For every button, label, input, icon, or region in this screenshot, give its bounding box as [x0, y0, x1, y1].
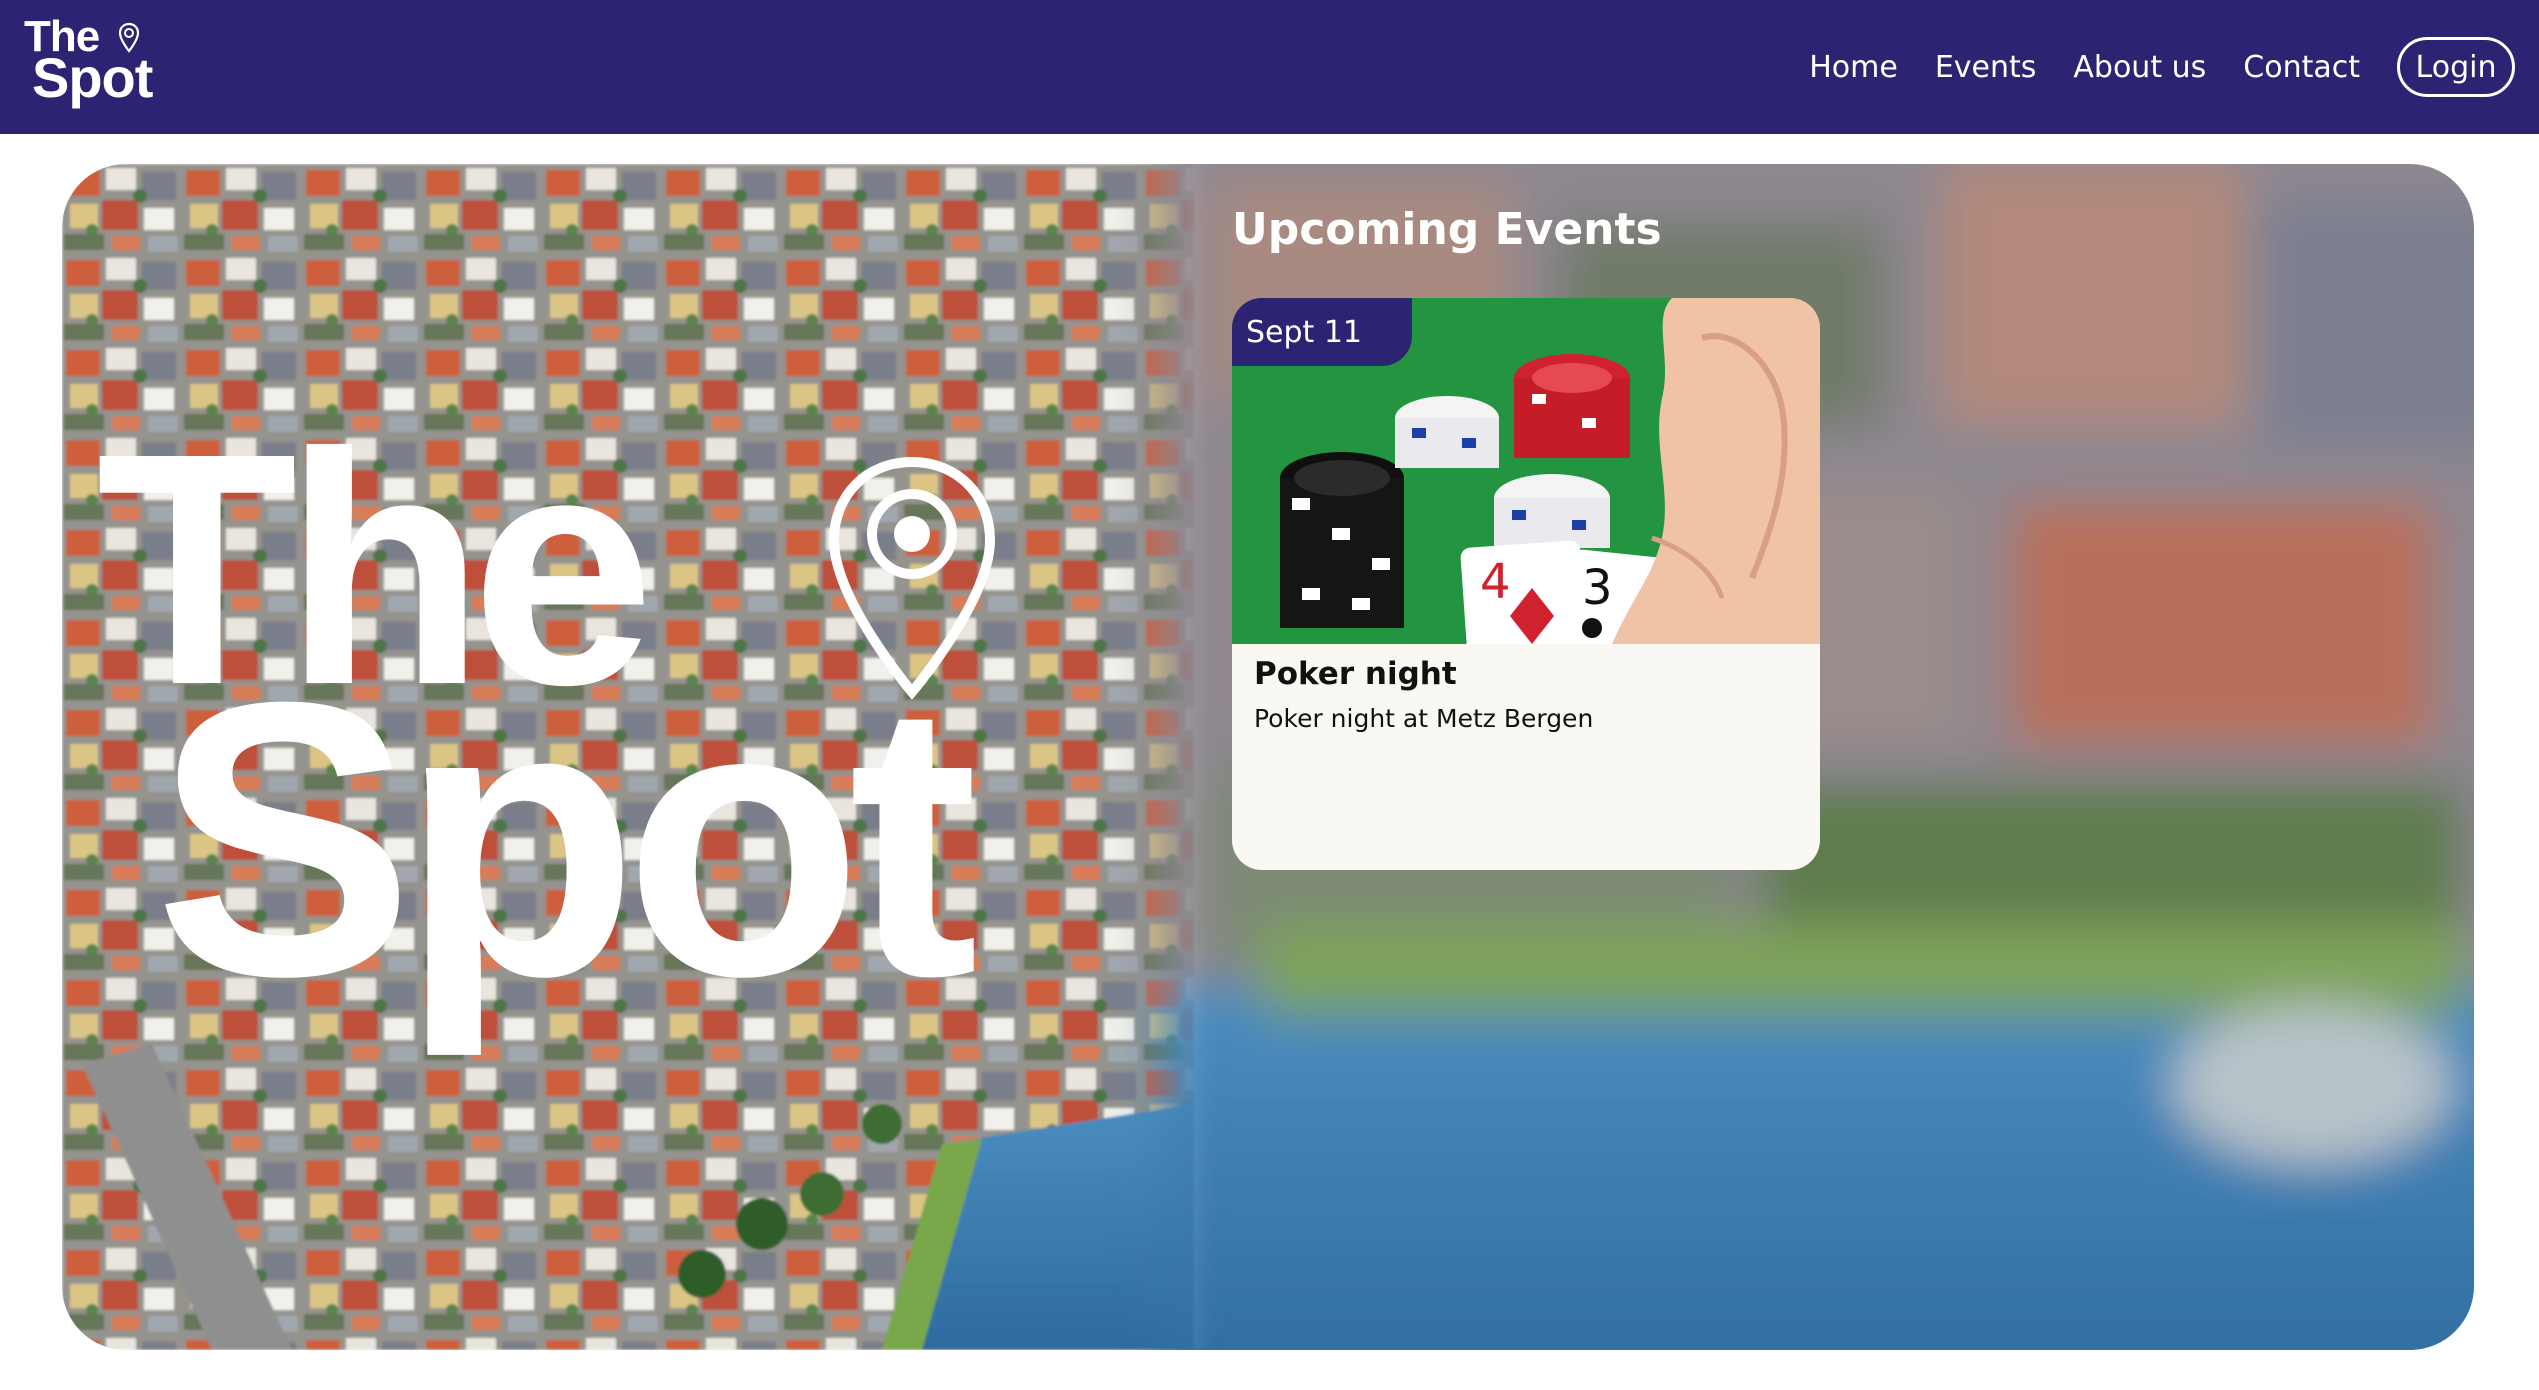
event-title: Poker night	[1254, 656, 1457, 692]
svg-text:4: 4	[1480, 554, 1511, 610]
event-image-poker: 4 3 Sept 11	[1232, 298, 1820, 644]
logo-text-spot: Spot	[32, 46, 153, 109]
nav-events[interactable]: Events	[1935, 50, 2037, 85]
top-navigation-bar: The Spot Home Events About us Contact Lo…	[0, 0, 2539, 134]
site-logo[interactable]: The Spot	[24, 14, 174, 110]
nav-home[interactable]: Home	[1809, 50, 1898, 85]
main-nav: Home Events About us Contact Login	[1809, 0, 2539, 134]
event-date-badge: Sept 11	[1232, 298, 1412, 366]
login-button[interactable]: Login	[2397, 37, 2515, 97]
location-pin-icon	[828, 456, 996, 700]
nav-about-us[interactable]: About us	[2073, 50, 2206, 85]
hero-logo: The Spot	[62, 164, 1194, 1350]
upcoming-events-heading: Upcoming Events	[1232, 204, 1662, 255]
event-description: Poker night at Metz Bergen	[1254, 704, 1594, 733]
event-card[interactable]: 4 3 Sept 11 Poker night Poker night at M…	[1232, 298, 1820, 870]
svg-text:3: 3	[1582, 560, 1613, 616]
nav-contact[interactable]: Contact	[2243, 50, 2360, 85]
